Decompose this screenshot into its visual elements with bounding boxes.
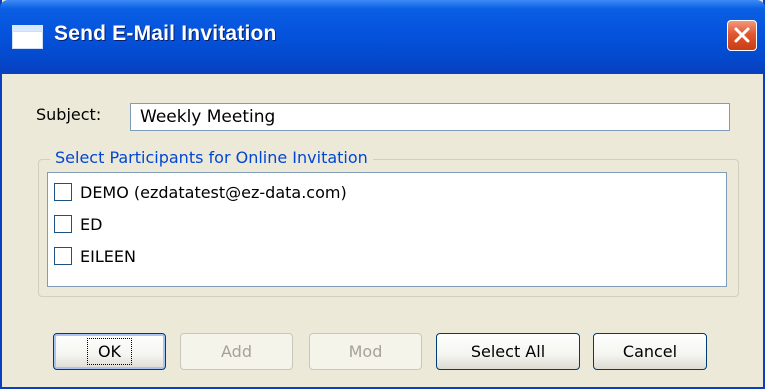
add-button[interactable]: Add	[180, 333, 293, 370]
list-item-ed[interactable]: ED	[54, 211, 102, 237]
subject-input[interactable]: Weekly Meeting	[130, 103, 730, 131]
list-item-label: EILEEN	[80, 246, 136, 266]
list-item-demo[interactable]: DEMO (ezdatatest@ez-data.com)	[54, 179, 347, 205]
close-button[interactable]	[727, 20, 757, 51]
participants-group-label: Select Participants for Online Invitatio…	[50, 148, 373, 167]
select-all-button-label: Select All	[470, 342, 546, 361]
mod-button[interactable]: Mod	[309, 333, 422, 370]
mod-button-label: Mod	[348, 342, 383, 361]
add-button-label: Add	[221, 342, 252, 361]
subject-label: Subject:	[36, 105, 102, 124]
cancel-button[interactable]: Cancel	[593, 333, 707, 370]
ok-button-label: OK	[86, 338, 133, 365]
ok-button[interactable]: OK	[53, 333, 166, 370]
checkbox-demo[interactable]	[54, 183, 72, 201]
list-item-label: ED	[80, 214, 103, 234]
participants-list[interactable]: DEMO (ezdatatest@ez-data.com) ED EILEEN	[47, 172, 727, 287]
title-bar[interactable]: Send E-Mail Invitation	[0, 0, 765, 74]
window-title: Send E-Mail Invitation	[54, 22, 277, 45]
window-icon	[12, 25, 43, 49]
checkbox-eileen[interactable]	[54, 247, 72, 265]
close-icon	[734, 27, 750, 43]
select-all-button[interactable]: Select All	[436, 333, 580, 370]
list-item-label: DEMO (ezdatatest@ez-data.com)	[80, 182, 347, 202]
checkbox-ed[interactable]	[54, 215, 72, 233]
cancel-button-label: Cancel	[622, 342, 678, 361]
list-item-eileen[interactable]: EILEEN	[54, 243, 136, 269]
